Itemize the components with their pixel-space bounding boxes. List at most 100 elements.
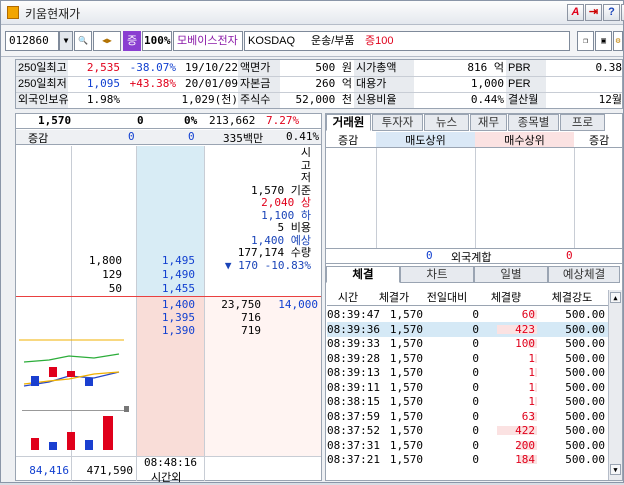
trade-diff: 0 xyxy=(472,322,479,336)
trade-strength: 500.00 xyxy=(565,453,605,466)
order-info-line: 시 xyxy=(300,146,311,159)
trade-qty-bar xyxy=(535,368,537,377)
trade-time: 08:39:13 xyxy=(327,366,380,379)
bid-qty: 23,750 xyxy=(221,298,261,311)
trade-row[interactable]: 08:37:31 1,570 0 200 500.00 xyxy=(327,438,609,453)
gear-icon[interactable]: ⚙ xyxy=(613,31,623,51)
stock-name[interactable]: 모베이스전자 xyxy=(173,31,243,51)
trade-time: 08:39:47 xyxy=(327,308,380,321)
info-row3-l2: 주식수 xyxy=(238,92,280,108)
info-row2-l1: 250일최저 xyxy=(16,76,68,92)
copy-icon[interactable]: ❐ xyxy=(577,31,594,51)
info-row3-l1: 외국인보유 xyxy=(16,92,69,108)
trade-price: 1,570 xyxy=(389,322,423,336)
trade-row[interactable]: 08:37:52 1,570 0 422 500.00 xyxy=(327,423,609,438)
info-row1-d1: 19/10/22 xyxy=(185,61,238,74)
info-row3-v2: 52,000 천 xyxy=(295,93,352,106)
trade-row[interactable]: 08:39:47 1,570 0 60 500.00 xyxy=(327,307,609,322)
help-button[interactable]: ? xyxy=(603,4,620,21)
volume: 213,662 xyxy=(209,114,256,127)
order-book-subheader: 증감 0 0 335백만 0.41% xyxy=(16,130,321,145)
tab-broker-3[interactable]: 재무 xyxy=(470,114,507,131)
bid-price: 1,395 xyxy=(161,311,195,324)
app-icon xyxy=(7,6,19,19)
trade-qty: 422 xyxy=(515,424,535,437)
buy-top-header: 매수상위 xyxy=(475,132,574,147)
trade-time: 08:37:59 xyxy=(327,409,380,423)
trade-row[interactable]: 08:38:15 1,570 0 1 500.00 xyxy=(327,394,609,409)
change-label: 증감 xyxy=(28,133,49,145)
foreign-sell: 0 xyxy=(426,249,433,262)
tab-broker-5[interactable]: 프로 xyxy=(560,114,605,131)
foreign-buy: 0 xyxy=(566,249,573,262)
tab-broker-1[interactable]: 투자자 xyxy=(372,114,423,131)
search-icon[interactable]: 🔍 xyxy=(74,31,92,51)
toolbar: 012860 ▼ 🔍 ◀▶ 증 100% 모베이스전자 KOSDAQ 운송/부품… xyxy=(1,25,623,57)
trade-row[interactable]: 08:39:13 1,570 0 1 500.00 xyxy=(327,365,609,380)
trade-row[interactable]: 08:39:28 1,570 0 1 500.00 xyxy=(327,351,609,366)
tab-broker-2[interactable]: 뉴스 xyxy=(424,114,469,131)
trade-strength: 500.00 xyxy=(565,337,605,350)
trade-strength: 500.00 xyxy=(565,409,605,423)
trade-header-3: 체결량 xyxy=(490,292,522,304)
trade-tabs: 체결 차트 일별 예상체결 xyxy=(326,266,622,284)
info-row3-v1: 1.98% xyxy=(86,93,120,106)
trade-amount-pct: 0.41% xyxy=(286,130,320,143)
info-row1-l2: 액면가 xyxy=(238,60,280,76)
trade-diff: 0 xyxy=(472,438,479,452)
info-row3-v4: 12월 xyxy=(598,93,622,106)
window-icon[interactable]: ▣ xyxy=(595,31,612,51)
trade-row[interactable]: 08:39:36 1,570 0 423 500.00 xyxy=(327,321,609,337)
ask-qty: 50 xyxy=(108,282,122,295)
trade-price: 1,570 xyxy=(389,453,423,466)
trade-diff: 0 xyxy=(472,395,479,408)
trade-qty: 200 xyxy=(515,438,535,452)
pin-icon[interactable]: ⇥ xyxy=(585,4,602,21)
ask-qty: 129 xyxy=(102,268,122,281)
tab-trade-0[interactable]: 체결 xyxy=(326,266,400,283)
order-info-line: 5 비용 xyxy=(277,221,312,234)
speaker-icon[interactable]: ◀▶ xyxy=(93,31,121,51)
code-dropdown-icon[interactable]: ▼ xyxy=(59,31,73,51)
info-row1-l3: 시가총액 xyxy=(354,60,414,76)
trade-row[interactable]: 08:39:33 1,570 0 100 500.00 xyxy=(327,336,609,351)
ask-price: 1,490 xyxy=(161,268,195,281)
trade-qty: 1 xyxy=(528,351,535,365)
trade-table-header: 시간 체결가 전일대비 체결량 체결강도 xyxy=(327,290,609,306)
tab-trade-2[interactable]: 일별 xyxy=(474,266,548,283)
foreign-label: 외국계합 xyxy=(451,252,492,264)
trade-time: 08:37:21 xyxy=(327,453,380,466)
font-size-button[interactable]: A xyxy=(567,4,584,21)
trade-row[interactable]: 08:37:59 1,570 0 63 500.00 xyxy=(327,409,609,424)
info-row3-d1: 1,029(천) xyxy=(181,93,238,106)
bid-row[interactable]: 1,400 23,750 14,000 xyxy=(16,298,321,311)
trade-strength: 500.00 xyxy=(565,308,605,321)
order-info-line: 고 xyxy=(300,158,311,172)
info-row1-v2: 500 원 xyxy=(315,61,352,74)
bid-extra: 14,000 xyxy=(278,298,318,311)
tab-trade-1[interactable]: 차트 xyxy=(400,266,474,283)
tab-trade-3[interactable]: 예상체결 xyxy=(548,266,620,283)
ask-row[interactable]: 50 1,455 xyxy=(16,282,321,296)
trade-scrollbar[interactable]: ▲ ▼ xyxy=(608,290,622,480)
ask-price: 1,455 xyxy=(161,282,195,295)
trade-strength: 500.00 xyxy=(565,395,605,408)
price-change-pct: 0% xyxy=(184,114,198,127)
price-change: 0 xyxy=(137,114,144,127)
trade-strength: 500.00 xyxy=(565,366,605,379)
trade-row[interactable]: 08:39:11 1,570 0 1 500.00 xyxy=(327,380,609,395)
trade-price: 1,570 xyxy=(389,380,423,394)
bid-qty: 719 xyxy=(241,324,261,337)
info-row1-l1: 250일최고 xyxy=(16,60,68,76)
ask-row[interactable]: 1,800 1,495 xyxy=(16,254,321,268)
trade-header-1: 체결가 xyxy=(378,292,410,304)
trade-price: 1,570 xyxy=(389,395,423,408)
stock-code-input[interactable]: 012860 xyxy=(5,31,59,51)
ask-row[interactable]: 129 1,490 xyxy=(16,268,321,282)
tab-broker-4[interactable]: 종목별 xyxy=(508,114,559,131)
trade-diff: 0 xyxy=(472,351,479,365)
trade-row[interactable]: 08:37:21 1,570 0 184 500.00 xyxy=(327,452,609,467)
tab-broker-0[interactable]: 거래원 xyxy=(326,114,371,131)
trade-diff: 0 xyxy=(472,424,479,437)
trade-qty: 63 xyxy=(521,409,535,423)
